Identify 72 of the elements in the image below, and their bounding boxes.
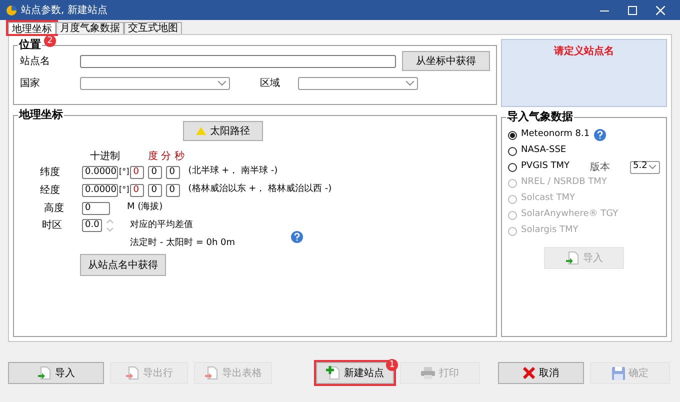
new-document-icon: [326, 366, 340, 380]
unit-label: [°]: [119, 166, 130, 178]
dms-field[interactable]: 0: [130, 166, 144, 178]
tab[interactable]: 月度气象数据: [56, 22, 124, 34]
column-header: 度 分 秒: [148, 150, 184, 161]
import-button[interactable]: 导入: [8, 362, 104, 384]
get-from-site-name-button[interactable]: 从站点名中获得: [80, 254, 166, 276]
document-arrow-icon: [204, 366, 218, 380]
field-label: 站点名: [20, 54, 51, 68]
chevron-icon: [649, 165, 656, 169]
document-arrow-icon: [37, 366, 51, 380]
hint-text: (北半球 +， 南半球 -): [188, 165, 278, 178]
save-icon: [612, 366, 624, 380]
dms-field[interactable]: 0: [148, 184, 162, 196]
dms-field[interactable]: 0: [166, 184, 180, 196]
decimal-field[interactable]: 0.0000: [82, 184, 118, 196]
dms-field[interactable]: 0: [166, 166, 180, 178]
source-label: NREL / NSRDB TMY: [521, 176, 607, 190]
unit-label: M (海拔): [127, 201, 163, 214]
group-title: 地理坐标: [18, 109, 64, 121]
source-label: Solcast TMY: [521, 192, 576, 206]
unit-label: [°]: [119, 184, 130, 196]
field-label: 纬度: [39, 166, 61, 180]
radio-button[interactable]: [508, 162, 517, 172]
printer-icon: [421, 367, 435, 379]
cancel-button[interactable]: 取消: [498, 362, 584, 384]
app-icon: [6, 4, 17, 16]
document-arrow-icon: [565, 251, 579, 265]
radio-button[interactable]: [508, 130, 517, 140]
maximize-icon: [628, 6, 636, 14]
tab[interactable]: 地理坐标: [8, 22, 56, 34]
decimal-field[interactable]: 0.0000: [82, 166, 118, 178]
offset-text: 法定时 - 太阳时 = 0h 0m: [130, 236, 236, 250]
source-label: NASA-SSE: [521, 144, 566, 158]
radio-button[interactable]: [508, 146, 517, 156]
source-label: Meteonorm 8.1: [521, 128, 590, 142]
timezone-field[interactable]: 0.0: [82, 219, 102, 232]
source-label: PVGIS TMY: [521, 160, 570, 174]
group-title: 位置: [18, 39, 42, 51]
field-label: 版本: [590, 160, 610, 174]
altitude-field[interactable]: 0: [82, 202, 110, 214]
site-name-banner: 请定义站点名: [501, 39, 667, 107]
version-dropdown[interactable]: 5.2: [630, 160, 660, 174]
warning-icon: [196, 127, 206, 135]
tab[interactable]: 交互式地图: [124, 22, 182, 34]
chevron-icon: [406, 80, 414, 86]
field-label: 区域: [260, 76, 281, 90]
group-title: 导入气象数据: [506, 111, 574, 123]
description-text: 对应的平均差值: [130, 219, 194, 232]
help-icon[interactable]: [291, 231, 304, 243]
get-from-coordinates-button[interactable]: 从坐标中获得: [402, 51, 490, 71]
chevron-icon: [218, 80, 226, 86]
annotation-badge: 1: [386, 359, 398, 371]
field-label: 时区: [41, 219, 63, 233]
sun-path-button[interactable]: 太阳路径: [183, 121, 263, 141]
window-title: 站点参数, 新建站点: [21, 4, 108, 18]
cross-icon: [523, 367, 535, 379]
help-icon[interactable]: [594, 129, 606, 141]
close-icon: [656, 6, 664, 14]
country-dropdown[interactable]: [80, 76, 230, 90]
dms-field[interactable]: 0: [130, 184, 144, 196]
column-header: 十进制: [89, 150, 121, 161]
site-name-field[interactable]: [80, 54, 396, 68]
field-label: 高度: [43, 202, 65, 216]
hint-text: (格林威治以东 +， 格林威治以西 -): [188, 183, 332, 196]
dms-field[interactable]: 0: [148, 166, 162, 178]
source-label: SolarAnywhere® TGY: [521, 208, 618, 222]
region-dropdown[interactable]: [298, 76, 418, 90]
document-arrow-icon: [125, 366, 139, 380]
source-label: Solargis TMY: [521, 224, 578, 238]
field-label: 国家: [20, 76, 41, 90]
field-label: 经度: [39, 184, 61, 198]
